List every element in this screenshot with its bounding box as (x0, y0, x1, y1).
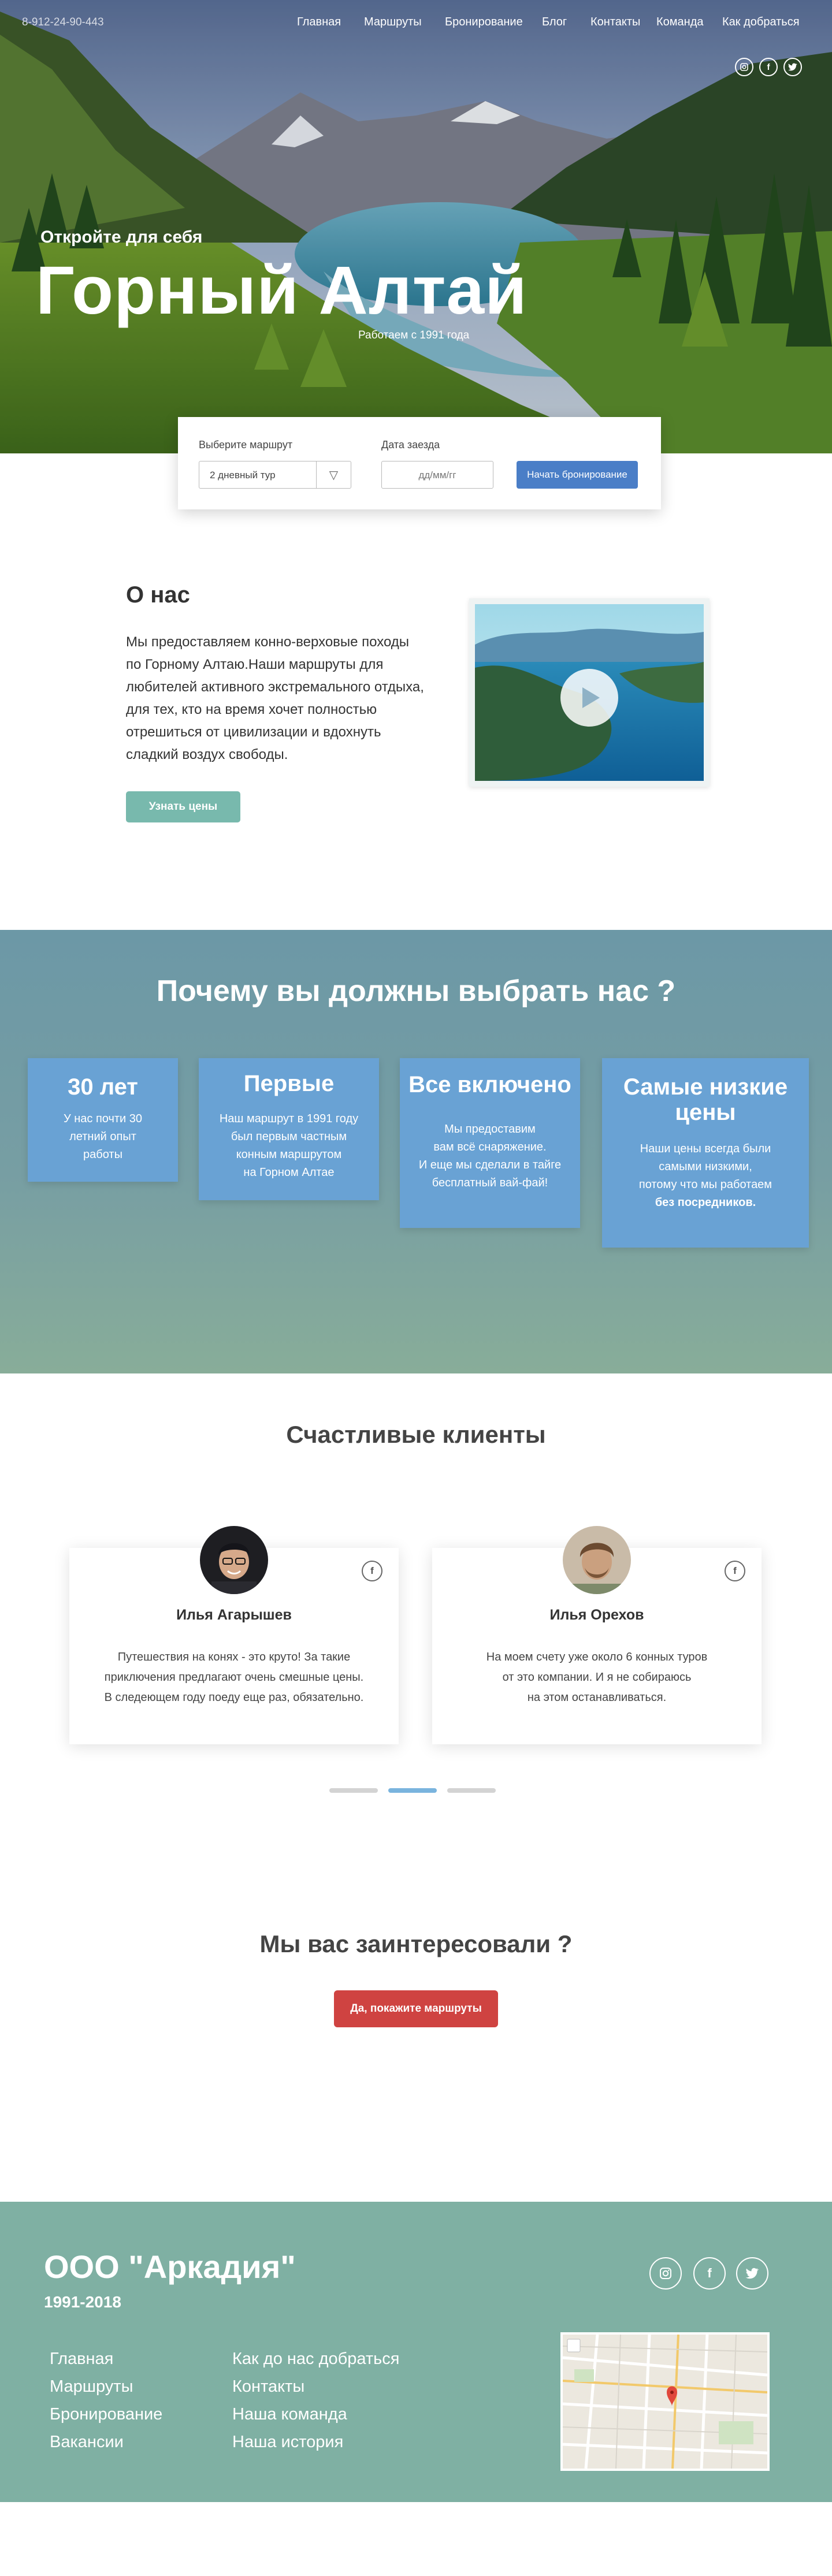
instagram-icon[interactable] (649, 2257, 682, 2290)
quote-line: от это компании. И я не собираюсь (502, 1671, 692, 1684)
facebook-icon[interactable]: f (725, 1561, 745, 1581)
why-card-line: летний опыт (69, 1130, 136, 1143)
why-card-line: конным маршрутом (236, 1148, 342, 1161)
slider-dot[interactable] (447, 1788, 496, 1793)
why-card-line: работы (83, 1148, 122, 1161)
client-name: Илья Агарышев (176, 1607, 292, 1623)
why-card-line: Мы предоставим (444, 1123, 536, 1136)
quote-line: Путешествия на конях - это круто! За так… (117, 1651, 351, 1663)
slider-dot[interactable] (329, 1788, 378, 1793)
why-card-heading: Первые (243, 1071, 335, 1096)
why-card-line: самыми низкими, (659, 1160, 752, 1173)
why-card-line: Наши цены всегда были (640, 1142, 771, 1155)
footer-link-booking[interactable]: Бронирование (50, 2405, 162, 2424)
why-card-line: вам всё снаряжение. (433, 1141, 547, 1153)
why-card-line: бесплатный вай-фай! (432, 1177, 548, 1189)
quote-line: приключения предлагают очень смешные цен… (104, 1671, 364, 1684)
about-title: О нас (126, 582, 190, 608)
facebook-icon[interactable]: f (759, 58, 778, 76)
route-select-value: 2 дневный тур (210, 470, 276, 481)
main-navigation: Главная Маршруты Бронирование Блог Конта… (297, 16, 805, 33)
date-label: Дата заезда (381, 439, 440, 451)
why-us-section: Почему вы должны выбрать нас ? 30 лет У … (0, 930, 832, 1373)
footer-link-home[interactable]: Главная (50, 2350, 113, 2369)
date-input[interactable]: дд/мм/гг (381, 461, 493, 489)
why-card-line: У нас почти 30 (63, 1112, 143, 1125)
slider-dot-active[interactable] (388, 1788, 437, 1793)
phone-number[interactable]: 8-912-24-90-443 (22, 16, 104, 29)
why-card-experience: 30 лет У нас почти 30 летний опыт работы (28, 1058, 178, 1182)
avatar (563, 1526, 631, 1594)
quote-line: На моем счету уже около 6 конных туров (486, 1651, 708, 1663)
client-quote: Путешествия на конях - это круто! За так… (87, 1647, 381, 1708)
instagram-icon[interactable] (735, 58, 753, 76)
facebook-icon[interactable]: f (693, 2257, 726, 2290)
why-card-first: Первые Наш маршрут в 1991 году был первы… (199, 1058, 379, 1200)
company-name: ООО "Аркадия" (44, 2249, 296, 2285)
why-card-line: потому что мы работаем (638, 1178, 772, 1191)
quote-line: на этом останавливаться. (527, 1691, 667, 1704)
client-name: Илья Орехов (549, 1607, 644, 1623)
about-text: Мы предоставляем конно-верховые походы п… (126, 634, 424, 762)
hero-section: 8-912-24-90-443 Главная Маршруты Брониро… (0, 0, 832, 453)
start-booking-button[interactable]: Начать бронирование (517, 461, 638, 489)
show-routes-button[interactable]: Да, покажите маршруты (334, 1990, 498, 2027)
footer-link-team[interactable]: Наша команда (232, 2405, 347, 2424)
twitter-icon[interactable] (783, 58, 802, 76)
video-thumbnail (475, 604, 704, 781)
why-card-heading: 30 лет (68, 1074, 138, 1100)
nav-link-contacts[interactable]: Контакты (590, 16, 640, 29)
why-card-low-prices: Самые низкие цены Наши цены всегда были … (602, 1058, 809, 1248)
why-us-title: Почему вы должны выбрать нас ? (156, 974, 676, 1008)
footer-link-routes[interactable]: Маршруты (50, 2377, 133, 2396)
nav-link-directions[interactable]: Как добраться (722, 16, 800, 29)
clients-title: Счастливые клиенты (286, 1421, 546, 1448)
why-card-heading: Самые низкие цены (623, 1074, 788, 1125)
route-select[interactable]: 2 дневный тур ▽ (199, 461, 351, 489)
testimonial-card: f Илья Агарышев Путешествия на конях - э… (69, 1526, 399, 1744)
why-card-line: И еще мы сделали в тайге (418, 1159, 562, 1171)
why-card-line-bold: без посредников. (655, 1196, 756, 1209)
twitter-icon[interactable] (736, 2257, 768, 2290)
footer-link-vacancies[interactable]: Вакансии (50, 2433, 124, 2452)
testimonial-card: f Илья Орехов На моем счету уже около 6 … (432, 1526, 762, 1744)
why-card-heading: Все включено (408, 1072, 571, 1097)
hero-title: Горный Алтай (36, 252, 528, 329)
footer-link-contacts[interactable]: Контакты (232, 2377, 304, 2396)
nav-link-routes[interactable]: Маршруты (364, 16, 422, 29)
footer-link-directions[interactable]: Как до нас добраться (232, 2350, 399, 2369)
client-quote: На моем счету уже около 6 конных туров о… (450, 1647, 744, 1708)
hero-background-image (0, 0, 832, 453)
why-card-line: Наш маршрут в 1991 году (219, 1112, 359, 1125)
cta-title: Мы вас заинтересовали ? (259, 1930, 573, 1957)
nav-link-blog[interactable]: Блог (542, 16, 567, 29)
chevron-down-icon[interactable]: ▽ (316, 461, 351, 488)
nav-link-team[interactable]: Команда (656, 16, 703, 29)
hero-since-text: Работаем с 1991 года (358, 329, 470, 341)
why-card-line: на Горном Алтае (243, 1166, 335, 1179)
booking-form: Выберите маршрут 2 дневный тур ▽ Дата за… (178, 417, 661, 509)
why-card-all-inclusive: Все включено Мы предоставим вам всё снар… (400, 1058, 580, 1228)
location-map[interactable] (560, 2332, 770, 2471)
facebook-icon[interactable]: f (362, 1561, 382, 1581)
prices-button[interactable]: Узнать цены (126, 791, 240, 822)
nav-link-booking[interactable]: Бронирование (445, 16, 523, 29)
avatar (200, 1526, 268, 1594)
footer-link-history[interactable]: Наша история (232, 2433, 343, 2452)
header-socials: f (735, 58, 804, 77)
route-label: Выберите маршрут (199, 439, 293, 451)
date-input-placeholder: дд/мм/гг (418, 470, 456, 481)
nav-link-home[interactable]: Главная (297, 16, 341, 29)
quote-line: В следеющем году поеду еще раз, обязател… (104, 1691, 364, 1704)
why-card-line: был первым частным (231, 1130, 347, 1143)
video-player[interactable] (469, 598, 710, 787)
hero-subtitle: Откройте для себя (40, 228, 203, 247)
company-years: 1991-2018 (44, 2293, 121, 2311)
footer: ООО "Аркадия" 1991-2018 f Главная Маршру… (0, 2202, 832, 2502)
